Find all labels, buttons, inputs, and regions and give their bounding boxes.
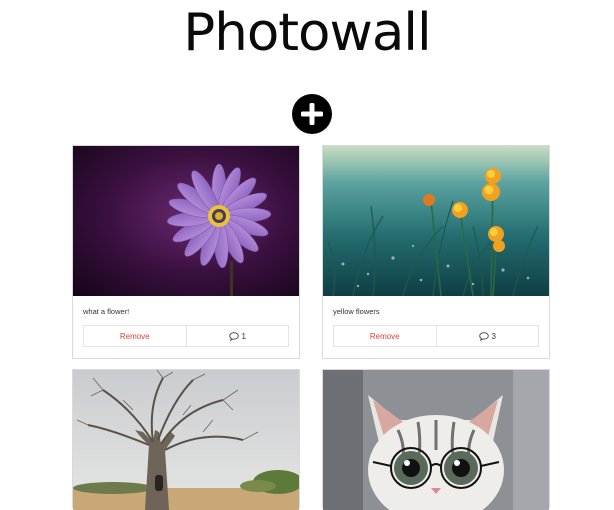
comment-icon	[478, 331, 489, 341]
photo-card: yellow flowers Remove 3	[322, 145, 550, 359]
post-actions: Remove 1	[83, 325, 289, 347]
post-image[interactable]	[73, 370, 299, 510]
post-image[interactable]	[73, 146, 299, 296]
post-actions: Remove 3	[333, 325, 539, 347]
post-image[interactable]	[323, 370, 549, 510]
add-photo-button[interactable]	[292, 94, 332, 134]
post-caption: yellow flowers	[333, 307, 380, 316]
comments-button[interactable]: 1	[186, 326, 288, 346]
photo-card	[322, 369, 550, 510]
plus-icon	[301, 103, 323, 125]
remove-button[interactable]: Remove	[334, 326, 437, 346]
comments-button[interactable]: 3	[436, 326, 538, 346]
photo-card	[72, 369, 300, 510]
remove-button[interactable]: Remove	[84, 326, 187, 346]
page-title: Photowall	[183, 3, 431, 63]
comment-icon	[228, 331, 239, 341]
post-image[interactable]	[323, 146, 549, 296]
comment-count: 3	[491, 331, 496, 341]
post-caption: what a flower!	[83, 307, 130, 316]
photo-card: what a flower! Remove 1	[72, 145, 300, 359]
comment-count: 1	[241, 331, 246, 341]
